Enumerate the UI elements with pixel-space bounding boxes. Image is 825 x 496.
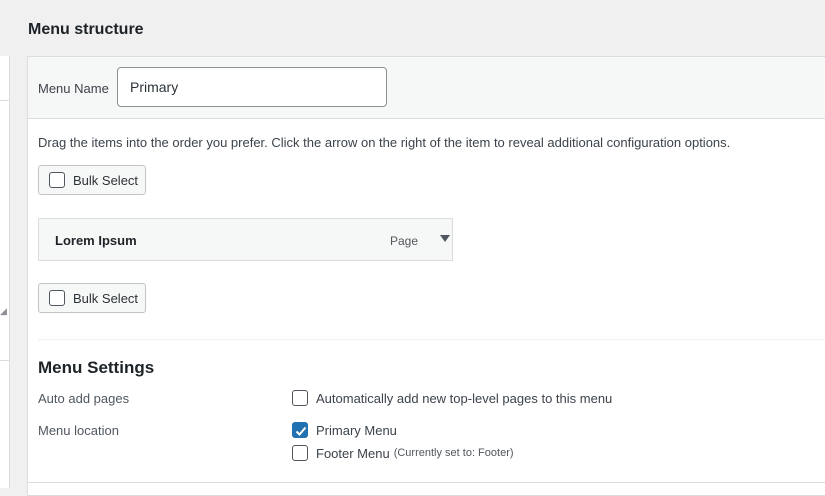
bulk-select-label: Bulk Select	[73, 172, 139, 188]
menu-item-title: Lorem Ipsum	[55, 233, 137, 248]
auto-add-pages-checkbox[interactable]	[292, 390, 308, 406]
menu-location-label: Menu location	[38, 423, 119, 438]
divider	[28, 482, 825, 483]
menu-name-bar: Menu Name Primary	[28, 57, 825, 119]
primary-menu-label: Primary Menu	[316, 422, 397, 438]
page-title: Menu structure	[28, 21, 144, 38]
menu-structure-panel: Menu Name Primary Drag the items into th…	[27, 56, 825, 496]
left-column-edge: ◢	[0, 56, 10, 488]
primary-menu-option[interactable]: Primary Menu	[292, 422, 397, 438]
auto-add-pages-option[interactable]: Automatically add new top-level pages to…	[292, 390, 612, 406]
primary-menu-checkbox[interactable]	[292, 422, 308, 438]
footer-menu-option[interactable]: Footer Menu (Currently set to: Footer)	[292, 445, 514, 461]
footer-menu-label: Footer Menu	[316, 445, 390, 461]
menu-item[interactable]: Lorem Ipsum Page	[38, 218, 453, 261]
auto-add-pages-text: Automatically add new top-level pages to…	[316, 390, 613, 406]
divider	[0, 100, 10, 101]
resize-handle-icon[interactable]: ◢	[0, 307, 7, 316]
checkmark-icon	[295, 426, 307, 436]
bulk-select-checkbox[interactable]	[49, 290, 65, 306]
arrow-down-icon[interactable]	[439, 234, 451, 244]
bulk-select-button-top[interactable]: Bulk Select	[38, 165, 146, 195]
footer-menu-checkbox[interactable]	[292, 445, 308, 461]
divider	[0, 360, 10, 361]
footer-menu-note: (Currently set to: Footer)	[393, 447, 514, 459]
menu-settings-title: Menu Settings	[38, 358, 155, 377]
menu-name-input[interactable]: Primary	[117, 67, 387, 107]
bulk-select-button-bottom[interactable]: Bulk Select	[38, 283, 146, 313]
divider	[38, 339, 825, 340]
menu-name-label: Menu Name	[38, 81, 109, 96]
instructions-text: Drag the items into the order you prefer…	[38, 135, 731, 150]
bulk-select-checkbox[interactable]	[49, 172, 65, 188]
auto-add-pages-label: Auto add pages	[38, 391, 130, 406]
menu-item-type: Page	[390, 234, 419, 248]
bulk-select-label: Bulk Select	[73, 290, 139, 306]
